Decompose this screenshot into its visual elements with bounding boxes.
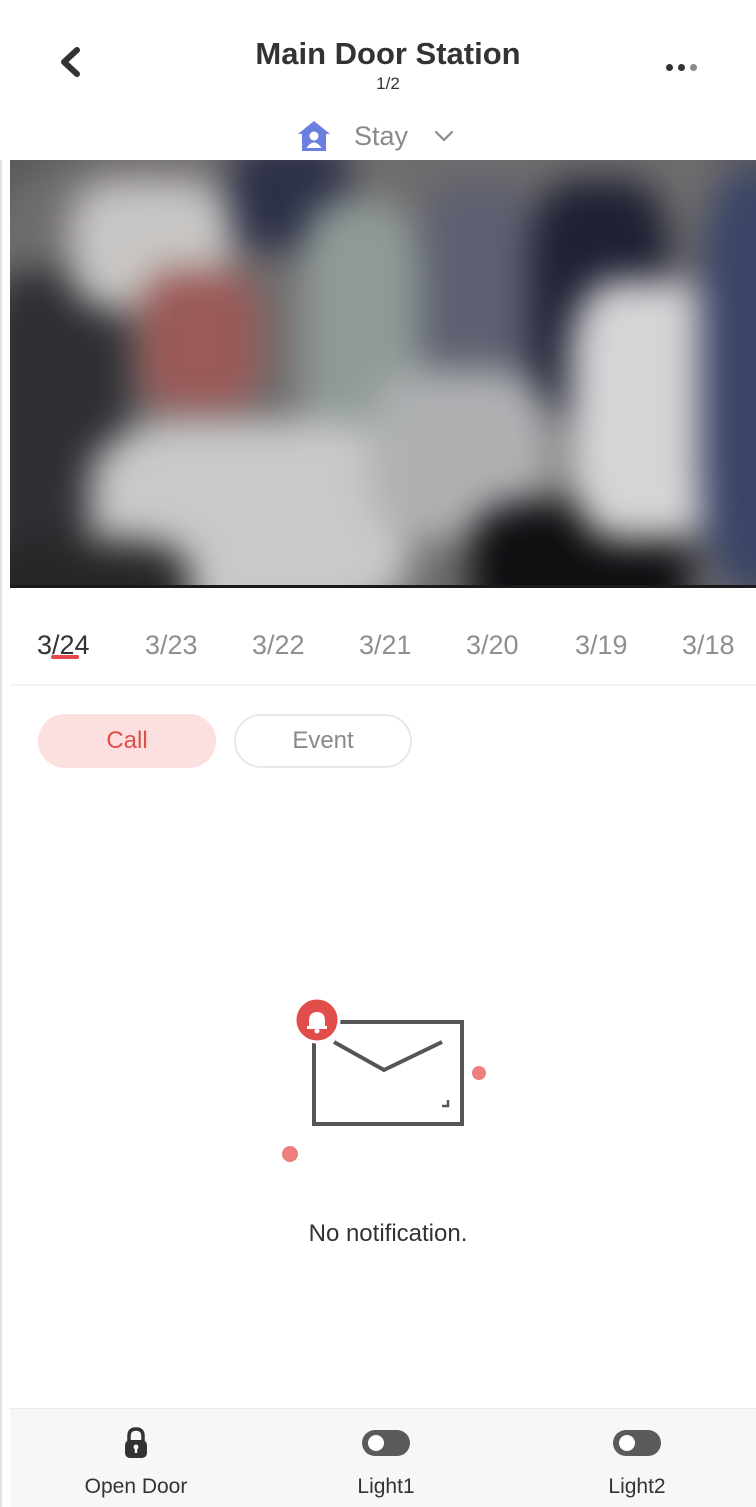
live-video-view[interactable] (10, 160, 756, 585)
empty-state-text: No notification. (308, 1220, 468, 1247)
mode-selector[interactable]: Stay (296, 116, 454, 156)
lock-icon-wrap (122, 1425, 150, 1461)
page-title: Main Door Station (255, 36, 521, 71)
open-door-button[interactable]: Open Door (56, 1425, 216, 1499)
tab-date-3-19[interactable]: 3/19 (575, 630, 628, 661)
page-counter: 1/2 (376, 74, 400, 93)
toggle-icon (362, 1430, 410, 1456)
more-dot (689, 63, 697, 71)
light2-label: Light2 (608, 1475, 666, 1498)
home-user-icon (298, 121, 330, 151)
mode-label: Stay (354, 120, 409, 151)
more-dot (677, 63, 685, 71)
lock-icon (125, 1427, 147, 1458)
light2-toggle[interactable]: Light2 (557, 1425, 717, 1499)
video-frame (10, 160, 756, 585)
light1-toggle[interactable]: Light1 (306, 1425, 466, 1499)
chevron-down-icon (434, 130, 454, 142)
active-tab-indicator (51, 655, 79, 659)
tab-date-3-23[interactable]: 3/23 (145, 630, 198, 661)
date-tabs: 3/24 3/23 3/22 3/21 3/20 3/19 3/18 (0, 620, 756, 682)
more-button[interactable] (656, 52, 706, 82)
toggle-icon-wrap (612, 1425, 662, 1461)
more-dots-icon (665, 63, 673, 71)
filter-call-button[interactable]: Call (38, 714, 216, 768)
divider (10, 684, 756, 686)
open-door-label: Open Door (84, 1475, 188, 1498)
video-border (10, 585, 756, 588)
tab-date-3-20[interactable]: 3/20 (466, 630, 519, 661)
bottom-action-bar: Open Door Light1 Light2 (10, 1408, 756, 1507)
toggle-icon-wrap (361, 1425, 411, 1461)
tab-date-3-21[interactable]: 3/21 (359, 630, 412, 661)
header: Main Door Station 1/2 Stay (0, 0, 756, 160)
tab-date-3-22[interactable]: 3/22 (252, 630, 305, 661)
envelope-bell-icon (282, 996, 486, 1162)
tab-date-3-18[interactable]: 3/18 (682, 630, 735, 661)
toggle-icon (613, 1430, 661, 1456)
light1-label: Light1 (357, 1475, 415, 1498)
filter-event-button[interactable]: Event (234, 714, 412, 768)
